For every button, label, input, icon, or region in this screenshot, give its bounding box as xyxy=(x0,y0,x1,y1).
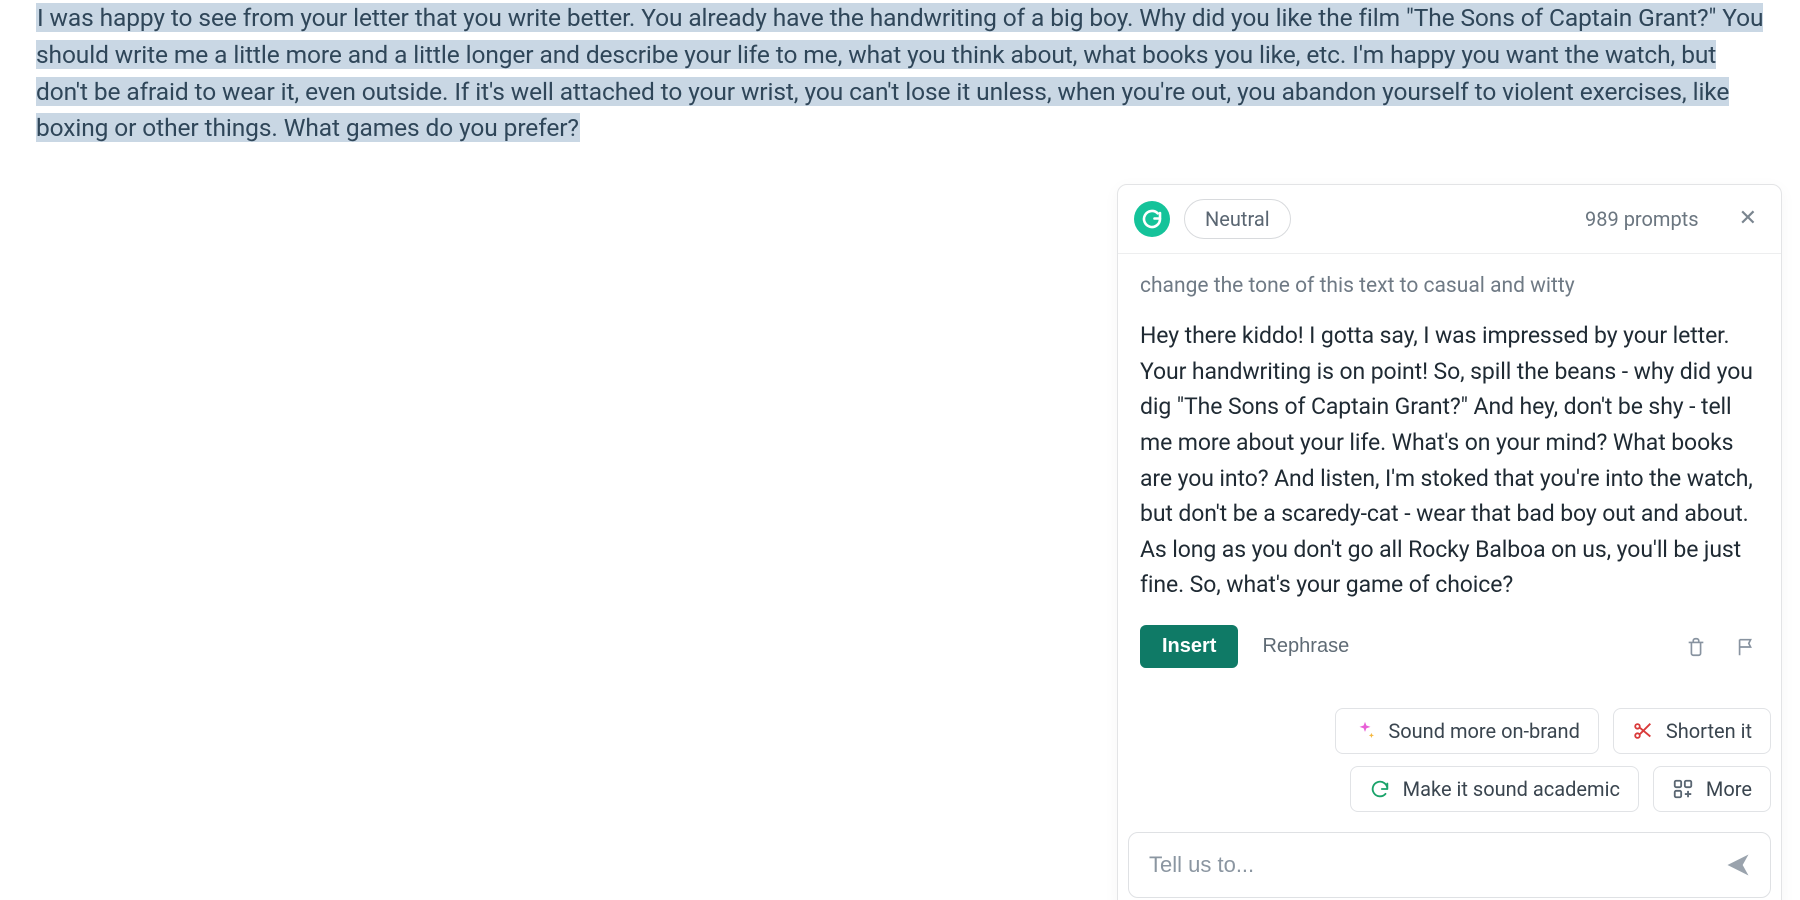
assistant-panel: Neutral 989 prompts ✕ change the tone of… xyxy=(1117,184,1782,900)
prompt-input-row xyxy=(1128,832,1771,898)
selected-text[interactable]: I was happy to see from your letter that… xyxy=(36,3,1763,142)
chip-shorten[interactable]: Shorten it xyxy=(1613,708,1771,754)
action-row: Insert Rephrase xyxy=(1140,625,1759,686)
chip-label: Shorten it xyxy=(1666,719,1752,743)
chip-on-brand[interactable]: Sound more on-brand xyxy=(1335,708,1599,754)
chip-label: Make it sound academic xyxy=(1403,777,1620,801)
sparkle-icon xyxy=(1354,720,1376,742)
prompt-input[interactable] xyxy=(1149,852,1724,878)
user-prompt: change the tone of this text to casual a… xyxy=(1140,274,1759,298)
chip-academic[interactable]: Make it sound academic xyxy=(1350,766,1639,812)
suggestion-text: Hey there kiddo! I gotta say, I was impr… xyxy=(1140,318,1759,603)
tone-chip[interactable]: Neutral xyxy=(1184,199,1291,239)
send-icon[interactable] xyxy=(1724,851,1752,879)
editor-body[interactable]: I was happy to see from your letter that… xyxy=(0,0,1800,147)
grid-plus-icon xyxy=(1672,778,1694,800)
refresh-icon xyxy=(1369,778,1391,800)
chip-label: Sound more on-brand xyxy=(1388,719,1580,743)
prompts-count[interactable]: 989 prompts xyxy=(1585,207,1699,231)
trash-icon[interactable] xyxy=(1683,634,1709,660)
chip-label: More xyxy=(1706,777,1752,801)
suggestion-chips: Sound more on-brand Shorten it Make it s… xyxy=(1118,694,1781,826)
close-icon[interactable]: ✕ xyxy=(1733,204,1763,234)
panel-header: Neutral 989 prompts ✕ xyxy=(1118,185,1781,254)
rephrase-button[interactable]: Rephrase xyxy=(1262,635,1349,658)
scissors-icon xyxy=(1632,720,1654,742)
panel-body: change the tone of this text to casual a… xyxy=(1118,254,1781,694)
chip-more[interactable]: More xyxy=(1653,766,1771,812)
insert-button[interactable]: Insert xyxy=(1140,625,1238,668)
grammarly-logo-icon xyxy=(1134,201,1170,237)
flag-icon[interactable] xyxy=(1733,634,1759,660)
